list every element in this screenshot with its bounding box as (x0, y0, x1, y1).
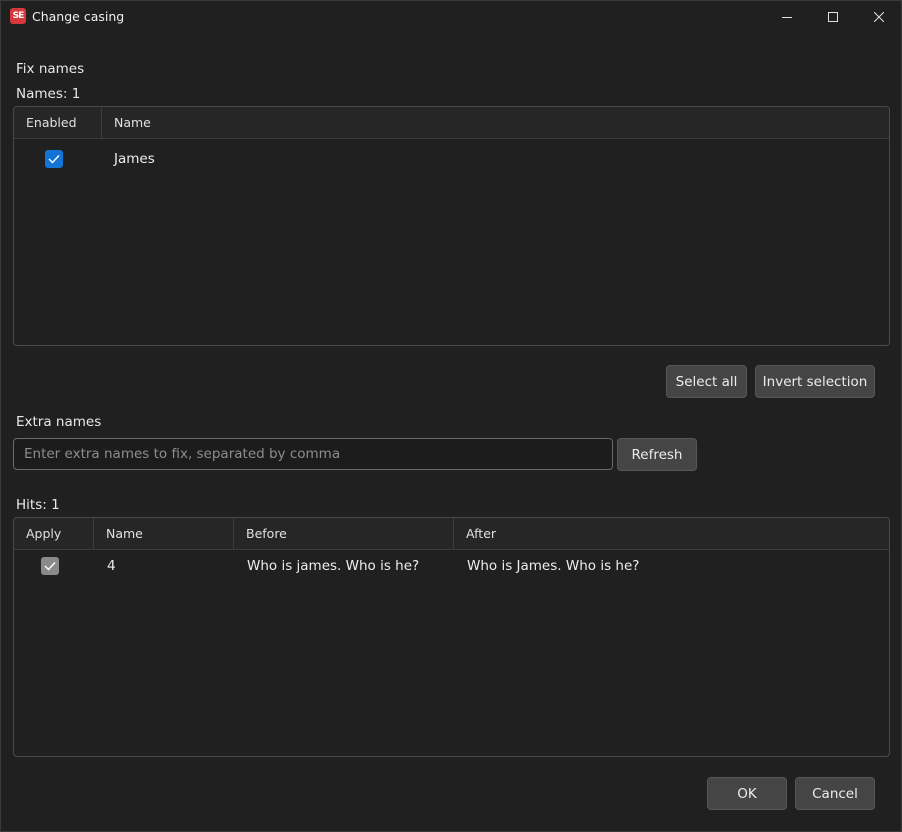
names-row[interactable]: James (14, 139, 889, 179)
invert-selection-button[interactable]: Invert selection (755, 365, 875, 398)
column-header-apply[interactable]: Apply (14, 518, 94, 549)
close-button[interactable] (856, 1, 902, 32)
close-icon (874, 11, 884, 22)
name-cell: James (114, 151, 155, 167)
minimize-icon (782, 16, 792, 18)
checkmark-icon (44, 562, 56, 571)
title-bar: SE Change casing (1, 1, 901, 32)
fix-names-heading: Fix names (16, 61, 85, 77)
apply-checkbox[interactable] (41, 557, 59, 575)
column-header-before[interactable]: Before (234, 518, 454, 549)
change-casing-dialog: SE Change casing Fix names Names: 1 Enab… (0, 0, 902, 832)
maximize-button[interactable] (810, 1, 856, 32)
names-grid: Enabled Name James (13, 106, 890, 346)
extra-names-input[interactable] (13, 438, 613, 470)
ok-button[interactable]: OK (707, 777, 787, 810)
select-all-button[interactable]: Select all (666, 365, 747, 398)
maximize-icon (828, 11, 838, 22)
column-header-after[interactable]: After (454, 518, 889, 549)
hits-grid: Apply Name Before After 4 Who is james. … (13, 517, 890, 757)
hits-row[interactable]: 4 Who is james. Who is he? Who is James.… (14, 550, 889, 584)
app-logo-icon: SE (10, 8, 26, 24)
extra-names-label: Extra names (16, 414, 102, 430)
names-count: Names: 1 (16, 86, 81, 102)
hit-name-cell: 4 (107, 558, 116, 574)
refresh-button[interactable]: Refresh (617, 438, 697, 471)
cancel-button[interactable]: Cancel (795, 777, 875, 810)
hits-grid-header: Apply Name Before After (14, 518, 889, 550)
column-header-name[interactable]: Name (94, 518, 234, 549)
minimize-button[interactable] (764, 1, 810, 32)
checkmark-icon (48, 155, 60, 164)
column-header-name[interactable]: Name (102, 107, 889, 138)
column-header-enabled[interactable]: Enabled (14, 107, 102, 138)
hit-after-cell: Who is James. Who is he? (467, 558, 640, 574)
names-grid-header: Enabled Name (14, 107, 889, 139)
hits-count: Hits: 1 (16, 497, 60, 513)
window-title: Change casing (32, 9, 125, 24)
hit-before-cell: Who is james. Who is he? (247, 558, 420, 574)
name-enabled-checkbox[interactable] (45, 150, 63, 168)
